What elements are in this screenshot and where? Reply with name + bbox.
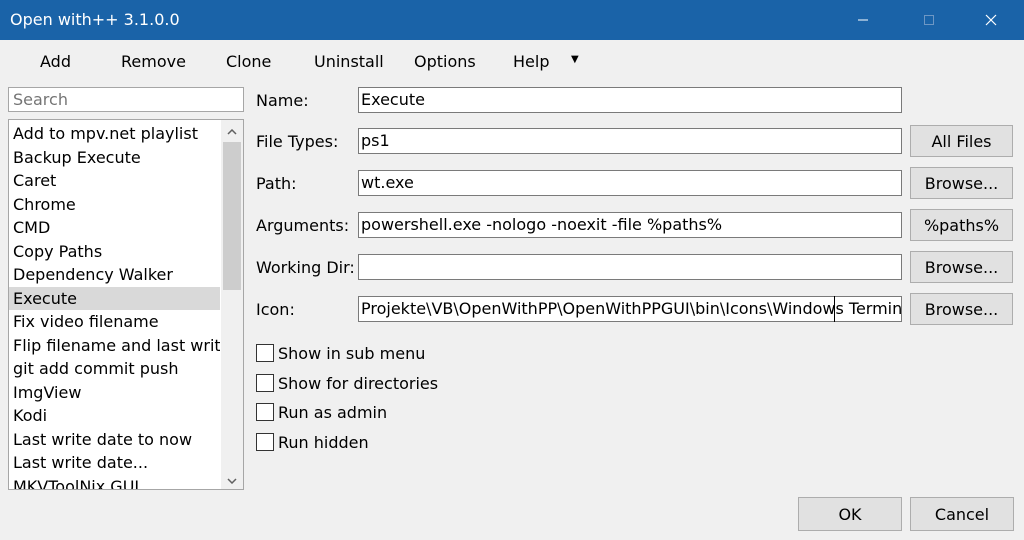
list-item[interactable]: Backup Execute	[9, 146, 220, 170]
scroll-thumb[interactable]	[223, 142, 241, 290]
chevron-up-icon	[227, 121, 237, 139]
menu-options[interactable]: Options	[414, 52, 476, 71]
dropdown-arrow-icon[interactable]: ▼	[571, 54, 579, 65]
menu-add[interactable]: Add	[40, 52, 71, 71]
menu-uninstall[interactable]: Uninstall	[314, 52, 384, 71]
name-field[interactable]: Execute	[358, 87, 902, 113]
option-show-for-directories[interactable]: Show for directories	[256, 372, 438, 394]
list-item[interactable]: Fix video filename	[9, 310, 220, 334]
list-item[interactable]: Last write date...	[9, 451, 220, 475]
workingdir-field[interactable]	[358, 254, 902, 280]
option-show-in-sub-menu[interactable]: Show in sub menu	[256, 342, 425, 364]
workingdir-label: Working Dir:	[256, 258, 355, 277]
checkbox[interactable]	[256, 403, 274, 421]
list-item[interactable]: Flip filename and last write...	[9, 334, 220, 358]
list-item[interactable]: Add to mpv.net playlist	[9, 122, 220, 146]
option-run-as-admin[interactable]: Run as admin	[256, 401, 387, 423]
minimize-icon	[857, 14, 869, 26]
menu-help[interactable]: Help	[513, 52, 549, 71]
title-bar: Open with++ 3.1.0.0	[0, 0, 1024, 40]
close-button[interactable]	[968, 0, 1014, 40]
maximize-button[interactable]	[906, 0, 952, 40]
checkbox[interactable]	[256, 344, 274, 362]
scroll-down-button[interactable]	[221, 469, 243, 489]
filetypes-label: File Types:	[256, 132, 338, 151]
menu-remove[interactable]: Remove	[121, 52, 186, 71]
scroll-up-button[interactable]	[221, 120, 243, 140]
text-caret	[834, 296, 835, 322]
option-run-hidden[interactable]: Run hidden	[256, 431, 369, 453]
list-item[interactable]: ImgView	[9, 381, 220, 405]
list-scrollbar[interactable]	[221, 120, 243, 489]
checkbox-label: Show in sub menu	[278, 344, 425, 363]
list-item[interactable]: Dependency Walker	[9, 263, 220, 287]
path-field[interactable]: wt.exe	[358, 170, 902, 196]
icon-label: Icon:	[256, 300, 295, 319]
item-list[interactable]: Add to mpv.net playlist Backup Execute C…	[8, 119, 244, 490]
ok-button[interactable]: OK	[798, 497, 902, 531]
chevron-down-icon	[227, 470, 237, 488]
workingdir-browse-button[interactable]: Browse...	[910, 251, 1013, 283]
path-label: Path:	[256, 174, 297, 193]
name-label: Name:	[256, 91, 309, 110]
paths-variable-button[interactable]: %paths%	[910, 209, 1013, 241]
search-input[interactable]	[8, 87, 244, 112]
checkbox-label: Show for directories	[278, 374, 438, 393]
list-item[interactable]: git add commit push	[9, 357, 220, 381]
list-item[interactable]: CMD	[9, 216, 220, 240]
menu-bar: Add Remove Clone Uninstall Options Help …	[0, 40, 1024, 82]
checkbox[interactable]	[256, 433, 274, 451]
arguments-field[interactable]: powershell.exe -nologo -noexit -file %pa…	[358, 212, 902, 238]
checkbox[interactable]	[256, 374, 274, 392]
list-item-selected[interactable]: Execute	[9, 287, 220, 311]
close-icon	[985, 14, 997, 26]
arguments-label: Arguments:	[256, 216, 349, 235]
list-item[interactable]: Copy Paths	[9, 240, 220, 264]
cancel-button[interactable]: Cancel	[910, 497, 1014, 531]
list-item[interactable]: MKVToolNix GUI	[9, 475, 220, 491]
window-title: Open with++ 3.1.0.0	[10, 10, 180, 29]
list-item[interactable]: Kodi	[9, 404, 220, 428]
list-item[interactable]: Caret	[9, 169, 220, 193]
checkbox-label: Run hidden	[278, 433, 369, 452]
maximize-icon	[923, 14, 935, 26]
checkbox-label: Run as admin	[278, 403, 387, 422]
list-item[interactable]: Chrome	[9, 193, 220, 217]
icon-path-field[interactable]: Projekte\VB\OpenWithPP\OpenWithPPGUI\bin…	[358, 296, 902, 322]
path-browse-button[interactable]: Browse...	[910, 167, 1013, 199]
all-files-button[interactable]: All Files	[910, 125, 1013, 157]
minimize-button[interactable]	[840, 0, 886, 40]
menu-clone[interactable]: Clone	[226, 52, 271, 71]
icon-browse-button[interactable]: Browse...	[910, 293, 1013, 325]
list-item[interactable]: Last write date to now	[9, 428, 220, 452]
filetypes-field[interactable]: ps1	[358, 128, 902, 154]
